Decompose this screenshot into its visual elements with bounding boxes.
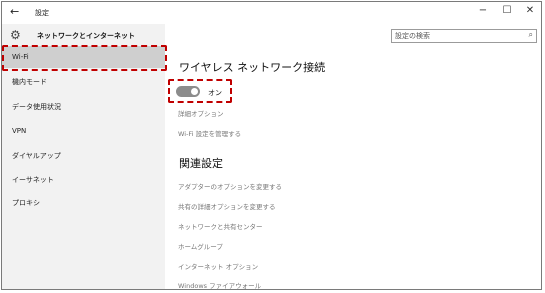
sidebar-item-label: イーサネット: [12, 176, 54, 184]
related-link-firewall[interactable]: Windows ファイアウォール: [178, 280, 261, 289]
search-icon[interactable]: ⌕: [529, 30, 533, 40]
related-link-sharing-options[interactable]: 共有の詳細オプションを変更する: [178, 201, 276, 211]
sidebar-item-label: データ使用状況: [12, 103, 61, 111]
manage-wifi-link[interactable]: Wi-Fi 設定を管理する: [178, 128, 241, 138]
related-link-homegroup[interactable]: ホームグループ: [178, 241, 223, 251]
back-arrow-icon[interactable]: ←: [10, 5, 19, 18]
minimize-button[interactable]: −: [475, 5, 491, 16]
page-heading: ワイヤレス ネットワーク接続: [179, 61, 326, 74]
sidebar-item-label: プロキシ: [12, 199, 40, 207]
related-link-adapter-options[interactable]: アダプターのオプションを変更する: [178, 181, 282, 191]
sidebar-item-label: VPN: [12, 127, 27, 135]
window-title: 設定: [35, 9, 49, 17]
title-bar: ← 設定 − ☐ ✕: [2, 2, 541, 24]
sidebar-item-airplane-mode[interactable]: 機内モード: [2, 70, 165, 92]
maximize-button[interactable]: ☐: [499, 5, 515, 16]
sidebar-item-label: 機内モード: [12, 78, 47, 86]
settings-window: ← 設定 − ☐ ✕ ⚙ ネットワークとインターネット Wi-Fi 機内モード …: [1, 1, 542, 290]
category-title: ネットワークとインターネット: [37, 32, 135, 40]
highlight-toggle: [168, 79, 232, 103]
sidebar-item-dialup[interactable]: ダイヤルアップ: [2, 144, 165, 166]
search-input[interactable]: [395, 31, 520, 41]
advanced-options-link[interactable]: 詳細オプション: [178, 108, 224, 118]
highlight-wifi-item: [2, 45, 167, 71]
sidebar-item-proxy[interactable]: プロキシ: [2, 191, 165, 213]
related-link-internet-options[interactable]: インターネット オプション: [178, 261, 258, 271]
sidebar-item-label: ダイヤルアップ: [12, 152, 61, 160]
sidebar-item-data-usage[interactable]: データ使用状況: [2, 95, 165, 117]
related-link-network-center[interactable]: ネットワークと共有センター: [178, 221, 263, 231]
close-button[interactable]: ✕: [522, 5, 538, 16]
related-settings-heading: 関連設定: [179, 157, 223, 170]
sidebar-item-ethernet[interactable]: イーサネット: [2, 168, 165, 190]
search-box[interactable]: ⌕: [391, 29, 537, 43]
sidebar-item-vpn[interactable]: VPN: [2, 120, 165, 142]
gear-icon: ⚙: [10, 28, 21, 42]
